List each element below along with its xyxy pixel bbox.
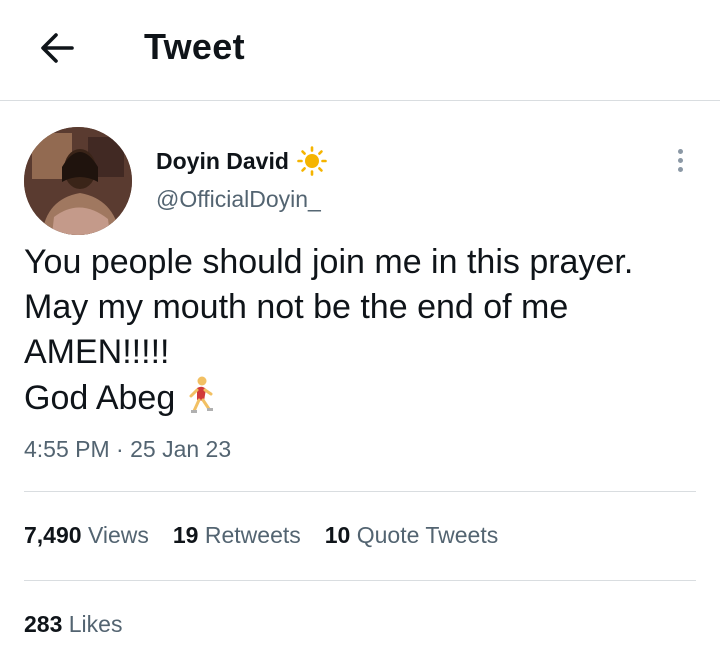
tweet-line: May my mouth not be the end of me	[24, 288, 569, 326]
tweet-line: AMEN!!!!!	[24, 333, 170, 371]
avatar[interactable]	[24, 127, 132, 235]
author-name[interactable]: Doyin David	[156, 146, 327, 176]
profile-photo	[24, 127, 132, 235]
engagement-stats: 7,490 Views 19 Retweets 10 Quote Tweets	[24, 522, 498, 549]
tweet-line-last: God Abeg	[24, 375, 704, 421]
more-dot	[677, 157, 683, 163]
back-button[interactable]	[30, 22, 82, 74]
likes-stat[interactable]: 283 Likes	[24, 611, 122, 638]
divider	[24, 580, 696, 581]
page-title: Tweet	[144, 26, 245, 67]
more-options-button[interactable]	[664, 140, 696, 180]
views-stat[interactable]: 7,490 Views	[24, 522, 149, 549]
arrow-left-icon	[41, 33, 74, 63]
tweet-text: You people should join me in this prayer…	[24, 240, 704, 421]
retweets-stat[interactable]: 19 Retweets	[173, 522, 301, 549]
quote-tweets-stat[interactable]: 10 Quote Tweets	[325, 522, 498, 549]
more-dot	[677, 148, 683, 154]
top-bar: Tweet	[0, 0, 720, 101]
divider	[24, 491, 696, 492]
more-dot	[677, 166, 683, 172]
tweet-line: You people should join me in this prayer…	[24, 243, 634, 281]
woman-running-icon	[189, 376, 213, 413]
sun-icon	[297, 146, 327, 176]
tweet-timestamp[interactable]: 4:55 PM · 25 Jan 23	[24, 436, 231, 463]
author-handle[interactable]: @OfficialDoyin_	[156, 186, 321, 213]
